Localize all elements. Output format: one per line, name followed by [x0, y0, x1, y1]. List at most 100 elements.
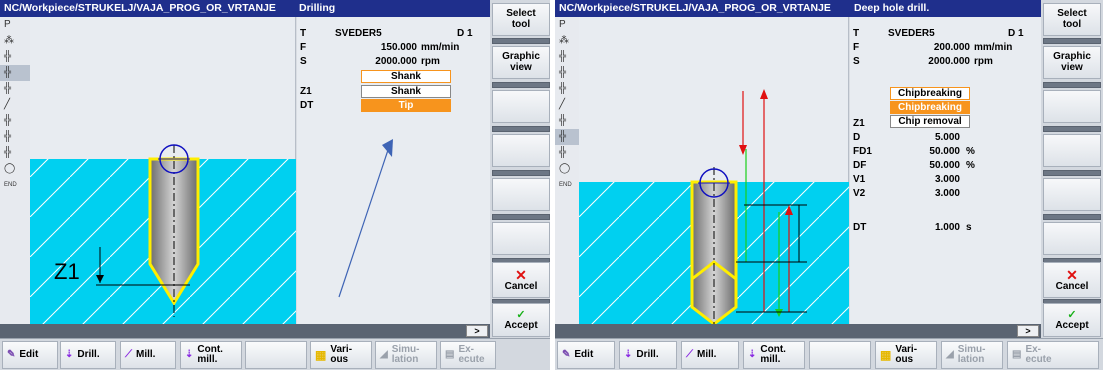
param-f-value[interactable]: 200.000 — [910, 41, 970, 54]
softkey-empty-3[interactable] — [492, 90, 550, 123]
graphic-view-button[interactable]: Graphic view — [1043, 46, 1101, 79]
vertical-softkeys: Select tool Graphic view ✕ Cancel ✓ Acce… — [490, 0, 550, 338]
param-fd1-unit: % — [966, 146, 975, 157]
block-icon-5[interactable]: ╱ — [555, 97, 579, 113]
param-v2-label: V2 — [853, 188, 866, 199]
block-icon-6[interactable]: ╬ — [555, 113, 579, 129]
param-dt-value[interactable]: 1.000 — [900, 221, 960, 234]
dropdown-option-chipbreaking[interactable]: Chipbreaking — [890, 101, 970, 114]
block-icon-8[interactable]: ╬ — [0, 145, 30, 161]
accept-button[interactable]: ✓ Accept — [1043, 303, 1101, 337]
various-grid-icon: ▦ — [880, 348, 892, 362]
block-icon-4[interactable]: ╬ — [0, 81, 30, 97]
softkey-empty-6[interactable] — [1043, 222, 1101, 255]
param-s-label: S — [853, 56, 860, 67]
softkey-empty-h5[interactable] — [809, 341, 871, 369]
more-softkeys-button[interactable]: > — [466, 325, 488, 337]
softkey-separator — [1043, 170, 1101, 176]
program-path-title: NC/Workpiece/STRUKELJ/VAJA_PROG_OR_VRTAN… — [0, 0, 295, 17]
softkey-empty-3[interactable] — [1043, 90, 1101, 123]
param-v1-label: V1 — [853, 174, 866, 185]
edit-button[interactable]: ✎ Edit — [557, 341, 615, 369]
simulation-button[interactable]: ◢ Simu- lation — [941, 341, 1003, 369]
param-s-value[interactable]: 2000.000 — [910, 55, 970, 68]
block-icon-3[interactable]: ╬ — [0, 65, 30, 81]
block-icon-2[interactable]: ╬ — [0, 49, 30, 65]
param-t-value[interactable]: SVEDER5 — [888, 27, 935, 40]
softkey-empty-4[interactable] — [492, 134, 550, 167]
softkey-separator — [492, 126, 550, 132]
accept-check-icon: ✓ — [1067, 309, 1077, 321]
status-bar — [555, 324, 1041, 338]
drill-button[interactable]: ⇣ Drill. — [60, 341, 116, 369]
block-icon-1[interactable]: ⁂ — [0, 33, 30, 49]
deep-hole-help-drawing — [579, 89, 849, 324]
more-softkeys-button[interactable]: > — [1017, 325, 1039, 337]
block-icon-end[interactable]: END — [555, 177, 579, 193]
select-tool-button[interactable]: Select tool — [1043, 3, 1101, 36]
edit-button[interactable]: ✎ Edit — [2, 341, 58, 369]
program-block-icons: P ⁂ ╬ ╬ ╬ ╱ ╬ ╬ ╬ ◯ END — [555, 17, 579, 324]
param-dt-label: DT — [853, 222, 867, 233]
param-d-label: D — [853, 132, 861, 143]
execute-button[interactable]: ▤ Ex- ecute — [440, 341, 496, 369]
param-s-unit: rpm — [974, 56, 993, 67]
param-fd1-value[interactable]: 50.000 — [900, 145, 960, 158]
cancel-button[interactable]: ✕ Cancel — [492, 262, 550, 298]
block-icon-6[interactable]: ╬ — [0, 113, 30, 129]
mill-button[interactable]: ⟋ Mill. — [120, 341, 176, 369]
param-df-value[interactable]: 50.000 — [900, 159, 960, 172]
cont-mill-button[interactable]: ⇣ Cont. mill. — [180, 341, 242, 369]
block-icon-5[interactable]: ╱ — [0, 97, 30, 113]
execute-button[interactable]: ▤ Ex- ecute — [1007, 341, 1099, 369]
machining-dropdown[interactable]: Chipbreaking — [890, 87, 970, 100]
param-f-unit: mm/min — [974, 42, 1013, 53]
cont-mill-button[interactable]: ⇣ Cont. mill. — [743, 341, 805, 369]
block-icon-3[interactable]: ╬ — [555, 65, 579, 81]
select-tool-button[interactable]: Select tool — [492, 3, 550, 36]
cancel-x-icon: ✕ — [1066, 267, 1078, 283]
param-v2-value[interactable]: 3.000 — [900, 187, 960, 200]
dropdown-option-chip-removal[interactable]: Chip removal — [890, 115, 970, 128]
accept-button[interactable]: ✓ Accept — [492, 303, 550, 337]
block-icon-1[interactable]: ⁂ — [555, 33, 579, 49]
simulation-button[interactable]: ◢ Simu- lation — [375, 341, 437, 369]
various-button[interactable]: ▦ Vari- ous — [310, 341, 372, 369]
block-icon-9[interactable]: ◯ — [0, 161, 30, 177]
block-icon-9[interactable]: ◯ — [555, 161, 579, 177]
cont-mill-icon: ⇣ — [748, 349, 757, 360]
param-v1-value[interactable]: 3.000 — [900, 173, 960, 186]
graphic-view-button[interactable]: Graphic view — [492, 46, 550, 79]
param-t-label: T — [853, 28, 860, 39]
softkey-separator — [492, 214, 550, 220]
drilling-help-drawing: Z1 — [30, 144, 296, 324]
param-d-value: D 1 — [1008, 28, 1024, 39]
softkey-separator — [1043, 214, 1101, 220]
pointer-arrow — [338, 139, 393, 298]
help-graphic — [579, 17, 849, 324]
block-icon-7[interactable]: ╬ — [555, 129, 579, 145]
status-bar — [0, 324, 490, 338]
softkey-empty-5[interactable] — [1043, 178, 1101, 211]
drill-button[interactable]: ⇣ Drill. — [619, 341, 677, 369]
horizontal-softkeys: ✎ Edit ⇣ Drill. ⟋ Mill. ⇣ Cont. mill. ▦ Vari-… — [0, 338, 550, 370]
block-icon-8[interactable]: ╬ — [555, 145, 579, 161]
block-icon-2[interactable]: ╬ — [555, 49, 579, 65]
softkey-empty-4[interactable] — [1043, 134, 1101, 167]
softkey-separator — [1043, 82, 1101, 88]
block-icon-4[interactable]: ╬ — [555, 81, 579, 97]
param-d-depth-value[interactable]: 5.000 — [900, 131, 960, 144]
block-icon-end[interactable]: END — [0, 177, 30, 193]
mill-button[interactable]: ⟋ Mill. — [681, 341, 739, 369]
softkey-empty-5[interactable] — [492, 178, 550, 211]
softkey-separator — [492, 170, 550, 176]
simulation-icon: ◢ — [946, 349, 954, 360]
various-button[interactable]: ▦ Vari- ous — [875, 341, 937, 369]
softkey-empty-h5[interactable] — [245, 341, 307, 369]
block-icon-p[interactable]: P — [555, 17, 579, 33]
softkey-empty-6[interactable] — [492, 222, 550, 255]
block-icon-p[interactable]: P — [0, 17, 30, 33]
block-icon-7[interactable]: ╬ — [0, 129, 30, 145]
cancel-button[interactable]: ✕ Cancel — [1043, 262, 1101, 298]
param-fd1-label: FD1 — [853, 146, 872, 157]
